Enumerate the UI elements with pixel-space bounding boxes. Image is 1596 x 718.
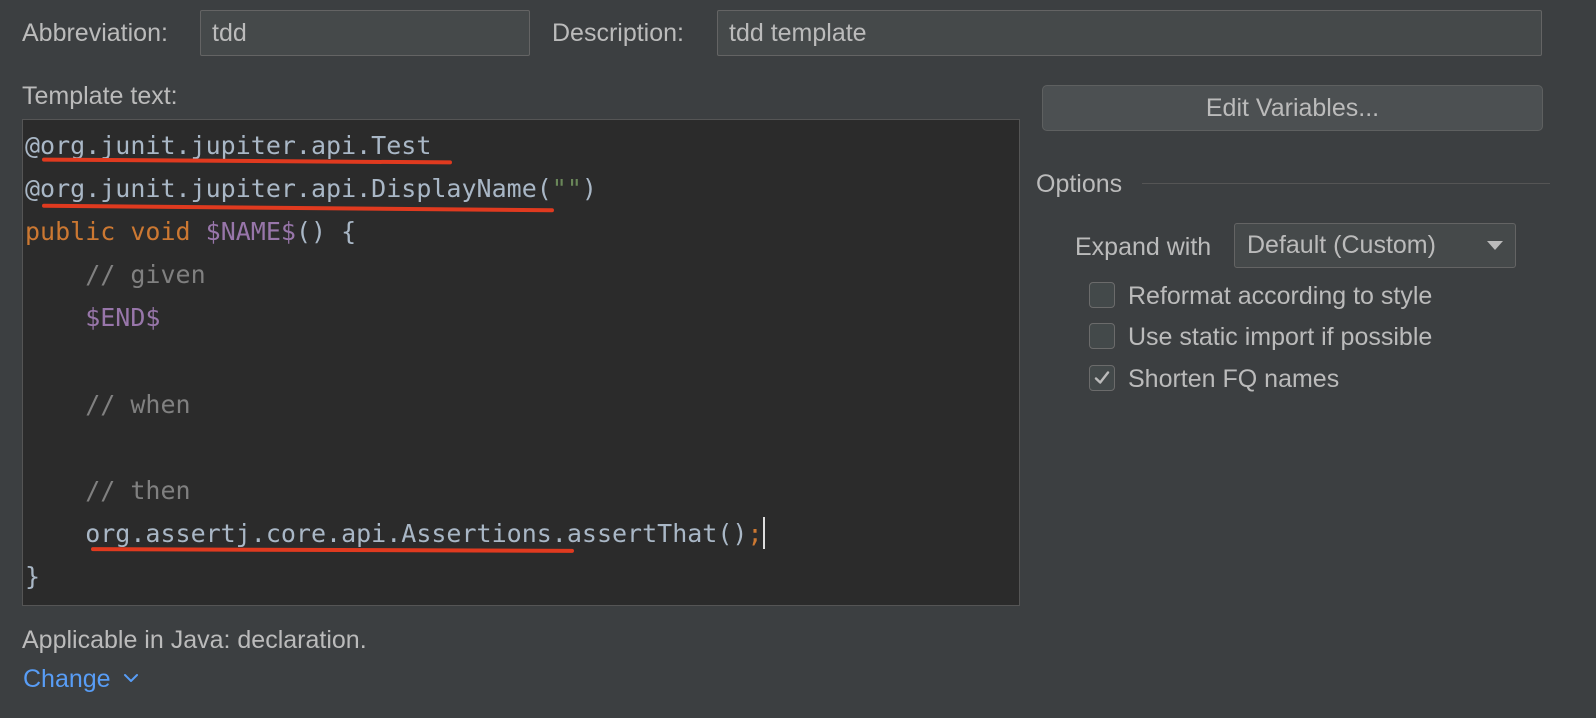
code-line-5: $END$ [25,303,161,333]
description-label: Description: [552,19,684,47]
options-title: Options [1036,170,1123,198]
template-text-editor[interactable]: @org.junit.jupiter.api.Test @org.junit.ju… [22,119,1020,606]
code-line-3: public void $NAME$() { [25,217,357,247]
abbreviation-input[interactable]: tdd [200,10,530,56]
chevron-down-icon[interactable] [123,672,139,684]
checkmark-icon [1094,371,1110,384]
live-template-editor: Abbreviation: tdd Description: tdd templ… [0,0,1596,718]
template-text-label: Template text: [22,82,178,110]
expand-with-label: Expand with [1075,233,1212,261]
change-context-link[interactable]: Change [23,665,111,694]
code-line-11: } [25,561,41,591]
text-caret [762,516,765,549]
description-input[interactable]: tdd template [717,10,1542,56]
code-line-2: @org.junit.jupiter.api.DisplayName("") [25,174,597,204]
static-import-checkbox-label[interactable]: Use static import if possible [1128,323,1432,352]
code-area[interactable]: @org.junit.jupiter.api.Test @org.junit.ju… [25,124,765,598]
edit-variables-button[interactable]: Edit Variables... [1042,85,1543,131]
expand-with-select[interactable]: Default (Custom) [1234,223,1516,268]
code-line: ​ [25,426,765,469]
shorten-fq-checkbox[interactable] [1089,365,1115,391]
code-line: // when [25,383,765,426]
code-line: // given [25,253,765,296]
reformat-checkbox-label[interactable]: Reformat according to style [1128,282,1432,311]
code-line-4: // given [25,260,206,290]
code-line-9: // then [25,475,191,505]
code-line-1: @org.junit.jupiter.api.Test [25,131,432,160]
applicable-context-text: Applicable in Java: declaration. [22,626,367,654]
code-line: $END$ [25,296,765,339]
expand-with-value: Default (Custom) [1247,231,1436,259]
code-line: ​ [25,339,765,382]
options-separator [1142,183,1550,184]
code-line: // then [25,469,765,512]
code-line: public void $NAME$() { [25,210,765,253]
dropdown-arrow-icon [1487,241,1503,250]
code-line: } [25,555,765,598]
reformat-checkbox[interactable] [1089,282,1115,308]
shorten-fq-checkbox-label[interactable]: Shorten FQ names [1128,365,1339,394]
abbreviation-label: Abbreviation: [22,19,168,47]
code-line-10: org.assertj.core.api.Assertions.assertTh… [25,518,763,548]
static-import-checkbox[interactable] [1089,323,1115,349]
code-line-7: // when [25,389,191,419]
